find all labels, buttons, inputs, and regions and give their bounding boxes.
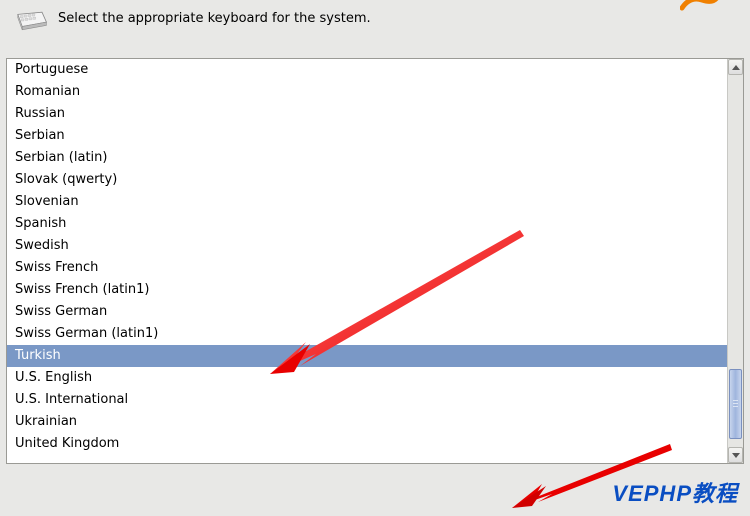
list-item[interactable]: Serbian — [7, 125, 727, 147]
list-item[interactable]: Ukrainian — [7, 411, 727, 433]
list-item[interactable]: U.S. International — [7, 389, 727, 411]
keyboard-list[interactable]: PortugueseRomanianRussianSerbianSerbian … — [7, 59, 727, 463]
scroll-up-button[interactable] — [728, 59, 743, 75]
list-item[interactable]: Swiss German (latin1) — [7, 323, 727, 345]
header: Select the appropriate keyboard for the … — [0, 0, 750, 38]
list-item[interactable]: Swiss German — [7, 301, 727, 323]
logo-fragment-icon — [680, 0, 720, 14]
scrollbar[interactable] — [727, 59, 743, 463]
list-item[interactable]: Slovenian — [7, 191, 727, 213]
scrollbar-thumb[interactable] — [729, 369, 742, 439]
list-item[interactable]: Romanian — [7, 81, 727, 103]
list-item[interactable]: Swedish — [7, 235, 727, 257]
list-item[interactable]: Turkish — [7, 345, 727, 367]
keyboard-icon — [14, 10, 48, 32]
list-item[interactable]: Russian — [7, 103, 727, 125]
list-item[interactable]: Slovak (qwerty) — [7, 169, 727, 191]
list-item[interactable]: Swiss French — [7, 257, 727, 279]
list-item[interactable]: Serbian (latin) — [7, 147, 727, 169]
list-item[interactable]: United Kingdom — [7, 433, 727, 455]
instruction-text: Select the appropriate keyboard for the … — [58, 8, 371, 28]
list-item[interactable]: Spanish — [7, 213, 727, 235]
list-item[interactable]: U.S. English — [7, 367, 727, 389]
list-item[interactable]: Swiss French (latin1) — [7, 279, 727, 301]
scroll-down-button[interactable] — [728, 447, 743, 463]
list-item[interactable]: Portuguese — [7, 59, 727, 81]
keyboard-list-container: PortugueseRomanianRussianSerbianSerbian … — [6, 58, 744, 464]
watermark-text: VEPHP教程 — [612, 476, 738, 508]
